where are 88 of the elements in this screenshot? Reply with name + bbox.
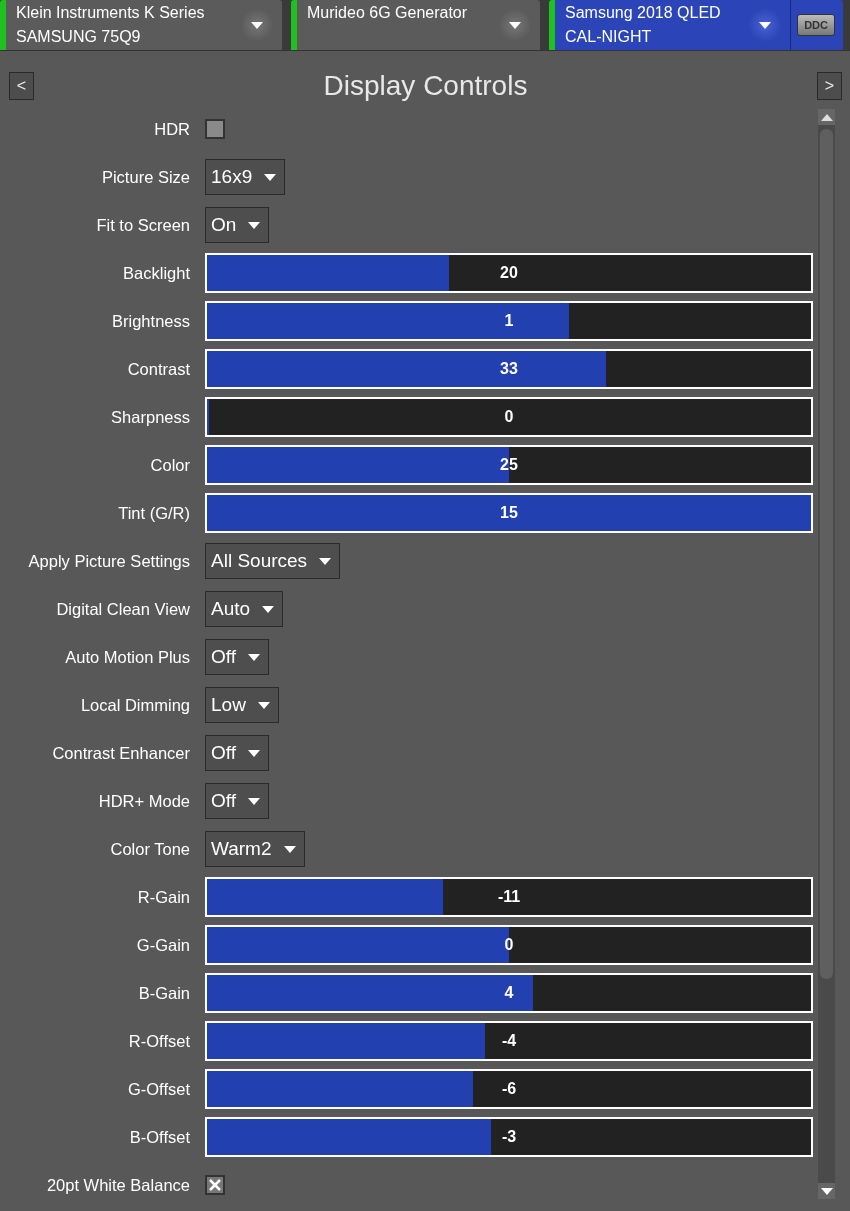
tab-title: Samsung 2018 QLED: [565, 4, 722, 22]
control-label: G-Offset: [126, 1079, 191, 1099]
control-label: Apply Picture Settings: [27, 551, 191, 571]
control-label: Fit to Screen: [95, 215, 191, 235]
dropdown[interactable]: Low: [205, 687, 279, 723]
slider-value: 15: [500, 504, 518, 522]
checkbox[interactable]: [205, 1175, 225, 1195]
slider-value: 25: [500, 456, 518, 474]
caret-icon: [248, 653, 260, 661]
ddc-button[interactable]: DDC: [797, 14, 835, 36]
caret-icon: [264, 173, 277, 181]
slider[interactable]: -11: [205, 877, 813, 917]
cross-icon: [209, 1179, 221, 1191]
control-label: Tint (G/R): [117, 503, 191, 523]
slider-value: -11: [497, 888, 521, 906]
scrollbar[interactable]: [818, 109, 835, 1199]
slider[interactable]: -4: [205, 1021, 813, 1061]
caret-icon: [283, 845, 296, 853]
control-label: B-Offset: [128, 1127, 191, 1147]
control-label: B-Gain: [137, 983, 191, 1003]
caret-icon: [251, 21, 263, 29]
control-label: HDR: [153, 119, 191, 139]
dropdown[interactable]: Warm2: [205, 831, 305, 867]
slider[interactable]: 15: [205, 493, 813, 533]
caret-icon: [248, 797, 260, 805]
dropdown[interactable]: Auto: [205, 591, 284, 627]
device-tab[interactable]: Murideo 6G Generator: [291, 0, 540, 50]
slider[interactable]: 0: [205, 925, 813, 965]
control-label: Color Tone: [109, 839, 191, 859]
slider[interactable]: 4: [205, 973, 813, 1013]
slider-value: 20: [500, 264, 518, 282]
dropdown[interactable]: Off: [205, 735, 269, 771]
slider[interactable]: -6: [205, 1069, 813, 1109]
dropdown[interactable]: Off: [205, 783, 269, 819]
device-tab[interactable]: Klein Instruments K Series SAMSUNG 75Q9: [0, 0, 282, 50]
tab-subtitle: CAL-NIGHT: [565, 28, 653, 46]
slider-value: 0: [504, 408, 514, 426]
slider-value: 4: [504, 984, 514, 1002]
control-label: Auto Motion Plus: [64, 647, 191, 667]
caret-icon: [257, 701, 270, 709]
control-label: Contrast Enhancer: [51, 743, 191, 763]
dropdown[interactable]: 16x9: [205, 159, 286, 195]
dropdown[interactable]: On: [205, 207, 270, 243]
scroll-down-button[interactable]: [818, 1183, 835, 1199]
control-label: Picture Size: [100, 167, 191, 187]
next-button[interactable]: >: [817, 72, 842, 100]
slider[interactable]: -3: [205, 1117, 813, 1157]
caret-icon: [509, 21, 521, 29]
up-icon: [820, 113, 833, 121]
control-label: Backlight: [122, 263, 191, 283]
slider[interactable]: 20: [205, 253, 813, 293]
slider-value: -3: [501, 1128, 517, 1146]
slider-value: 0: [504, 936, 514, 954]
control-label: Brightness: [111, 311, 191, 331]
caret-icon: [248, 221, 261, 229]
checkbox[interactable]: [205, 119, 225, 139]
control-label: Contrast: [126, 359, 191, 379]
caret-icon: [262, 605, 275, 613]
down-icon: [820, 1187, 833, 1195]
control-label: Local Dimming: [79, 695, 191, 715]
tab-title: Murideo 6G Generator: [307, 4, 469, 22]
caret-icon: [248, 749, 260, 757]
control-label: HDR+ Mode: [97, 791, 191, 811]
slider-value: 33: [500, 360, 518, 378]
control-label: Digital Clean View: [55, 599, 191, 619]
slider-value: 1: [504, 312, 514, 330]
slider[interactable]: 25: [205, 445, 813, 485]
dropdown[interactable]: Off: [205, 639, 269, 675]
slider[interactable]: 33: [205, 349, 813, 389]
control-label: Color: [149, 455, 191, 475]
previous-button[interactable]: <: [9, 72, 34, 100]
device-tab[interactable]: Samsung 2018 QLED CAL-NIGHT DDC: [549, 0, 843, 50]
control-label: R-Gain: [136, 887, 191, 907]
slider[interactable]: 1: [205, 301, 813, 341]
control-label: G-Gain: [135, 935, 191, 955]
caret-icon: [759, 21, 772, 29]
slider-value: -4: [501, 1032, 517, 1050]
caret-icon: [319, 557, 332, 565]
slider-value: -6: [501, 1080, 517, 1098]
control-label: R-Offset: [127, 1031, 191, 1051]
tab-subtitle: SAMSUNG 75Q9: [16, 28, 142, 46]
slider[interactable]: 0: [205, 397, 813, 437]
control-label: Sharpness: [110, 407, 191, 427]
scroll-up-button[interactable]: [818, 109, 835, 125]
dropdown[interactable]: All Sources: [205, 543, 341, 579]
tab-title: Klein Instruments K Series: [16, 4, 206, 22]
panel-title: Display Controls: [323, 70, 528, 102]
control-label: 20pt White Balance: [45, 1175, 191, 1195]
